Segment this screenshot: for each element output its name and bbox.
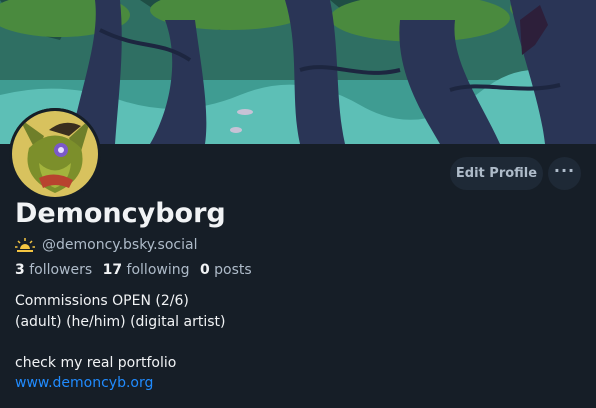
followers-label: followers	[29, 262, 93, 278]
followers-count: 3	[15, 262, 25, 278]
handle-row: @demoncy.bsky.social	[15, 235, 197, 255]
posts-stat: 0 posts	[200, 262, 252, 278]
bio-line: (adult) (he/him) (digital artist)	[15, 313, 226, 330]
following-label: following	[126, 262, 190, 278]
posts-count: 0	[199, 262, 210, 278]
profile-bio: Commissions OPEN (2/6) (adult) (he/him) …	[15, 291, 225, 394]
more-options-button[interactable]: ···	[548, 157, 581, 190]
profile-stats: 3 followers 17 following 0 posts	[15, 262, 258, 278]
sunrise-icon	[15, 238, 35, 252]
handle[interactable]: @demoncy.bsky.social	[42, 237, 197, 253]
ellipsis-icon: ···	[553, 160, 576, 180]
posts-label: posts	[214, 262, 252, 278]
portfolio-link[interactable]: www.demoncyb.org	[15, 375, 153, 391]
bio-line: check my real portfolio	[15, 354, 177, 371]
bio-line: Commissions OPEN (2/6)	[15, 293, 189, 309]
edit-profile-button[interactable]: Edit Profile	[450, 157, 543, 190]
display-name: Demoncyborg	[15, 198, 226, 229]
following-count: 17	[102, 262, 123, 278]
following-stat[interactable]: 17 following	[103, 262, 190, 278]
avatar[interactable]	[9, 108, 101, 200]
followers-stat[interactable]: 3 followers	[15, 262, 92, 278]
bio-line	[15, 332, 225, 353]
